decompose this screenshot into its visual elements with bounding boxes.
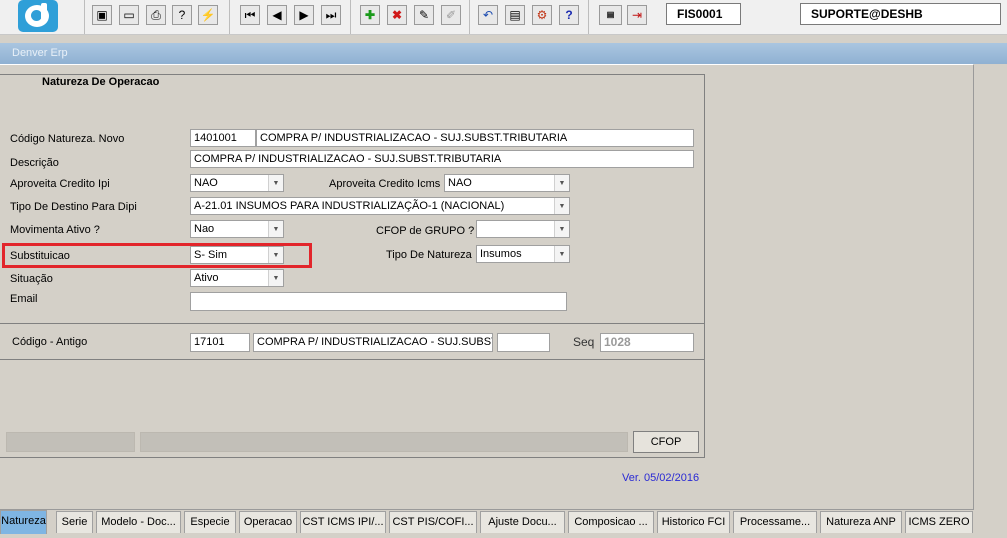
exit-icon[interactable]: ⇥ — [627, 5, 647, 25]
tab-ajuste-documento[interactable]: Ajuste Docu... — [480, 511, 565, 533]
seq-value: 1028 — [600, 333, 694, 352]
tab-composicao[interactable]: Composicao ... — [568, 511, 654, 533]
aproveita-ipi-label: Aproveita Credito Ipi — [10, 178, 110, 190]
last-record-icon[interactable]: ⏭ — [321, 5, 341, 25]
email-label: Email — [10, 293, 38, 305]
aproveita-icms-value: NAO — [448, 177, 472, 189]
tab-especie[interactable]: Especie — [184, 511, 236, 533]
codigo-natureza-desc[interactable]: COMPRA P/ INDUSTRIALIZACAO - SUJ.SUBST.T… — [256, 129, 694, 147]
tipo-destino-label: Tipo De Destino Para Dipi — [10, 201, 137, 213]
chevron-down-icon[interactable]: ▼ — [268, 270, 283, 286]
tipo-natureza-label: Tipo De Natureza — [386, 249, 472, 261]
tab-serie[interactable]: Serie — [56, 511, 93, 533]
toolbar-separator — [350, 0, 351, 34]
help-icon[interactable]: ? — [559, 5, 579, 25]
status-field — [6, 432, 135, 452]
movimenta-ativo-label: Movimenta Ativo ? — [10, 224, 100, 236]
toolbar-separator — [229, 0, 230, 34]
save-icon[interactable]: ▣ — [92, 5, 112, 25]
menu-icon[interactable]: ▤ — [599, 5, 622, 25]
tipo-destino-value: A-21.01 INSUMOS PARA INDUSTRIALIZAÇÃO-1 … — [194, 200, 505, 212]
app-logo — [18, 0, 58, 32]
previous-record-icon[interactable]: ◀ — [267, 5, 287, 25]
codigo-antigo-extra[interactable] — [497, 333, 550, 352]
tab-modelo-doc[interactable]: Modelo - Doc... — [96, 511, 181, 533]
tab-cst-icms-ipi[interactable]: CST ICMS IPI/... — [300, 511, 386, 533]
tab-natureza-anp[interactable]: Natureza ANP — [820, 511, 902, 533]
form-code: FIS0001 — [666, 3, 741, 25]
status-field — [140, 432, 628, 452]
highlight-box — [2, 243, 312, 268]
descricao-input[interactable]: COMPRA P/ INDUSTRIALIZACAO - SUJ.SUBST.T… — [190, 150, 694, 168]
tipo-natureza-value: Insumos — [480, 248, 522, 260]
codigo-antigo-desc[interactable]: COMPRA P/ INDUSTRIALIZACAO - SUJ.SUBST.T… — [253, 333, 493, 352]
aproveita-icms-label: Aproveita Credito Icms — [329, 178, 441, 190]
tab-historico-fci[interactable]: Historico FCI — [657, 511, 730, 533]
chevron-down-icon[interactable]: ▼ — [554, 198, 569, 214]
tools-icon[interactable]: ⚙ — [532, 5, 552, 25]
cfop-button[interactable]: CFOP — [633, 431, 699, 453]
codigo-antigo-label: Código - Antigo — [12, 336, 88, 348]
window-title: Denver Erp — [12, 47, 68, 59]
chevron-down-icon[interactable]: ▼ — [554, 246, 569, 262]
cfop-grupo-label: CFOP de GRUPO ? — [376, 225, 475, 237]
toolbar-separator — [84, 0, 85, 34]
section-title: Natureza De Operacao — [42, 76, 160, 88]
tab-cst-pis-cofins[interactable]: CST PIS/COFI... — [389, 511, 477, 533]
chevron-down-icon[interactable]: ▼ — [554, 175, 569, 191]
chevron-down-icon[interactable]: ▼ — [554, 221, 569, 237]
codigo-natureza-input[interactable]: 1401001 — [190, 129, 256, 147]
descricao-label: Descrição — [10, 157, 59, 169]
chevron-down-icon[interactable]: ▼ — [268, 221, 283, 237]
aproveita-ipi-value: NAO — [194, 177, 218, 189]
edit-record-icon[interactable]: ✎ — [414, 5, 434, 25]
tab-icms-zero[interactable]: ICMS ZERO — [905, 511, 973, 533]
movimenta-ativo-select[interactable]: Nao ▼ — [190, 220, 284, 238]
aproveita-ipi-select[interactable]: NAO ▼ — [190, 174, 284, 192]
window-icon[interactable]: ▭ — [119, 5, 139, 25]
next-record-icon[interactable]: ▶ — [294, 5, 314, 25]
undo-icon[interactable]: ↶ — [478, 5, 498, 25]
clear-icon[interactable]: ✐ — [441, 5, 461, 25]
tab-natureza[interactable]: Natureza — [0, 510, 47, 534]
cfop-grupo-select[interactable]: ▼ — [476, 220, 570, 238]
tipo-destino-select[interactable]: A-21.01 INSUMOS PARA INDUSTRIALIZAÇÃO-1 … — [190, 197, 570, 215]
insert-record-icon[interactable]: ✚ — [360, 5, 380, 25]
print-icon[interactable]: ⎙ — [146, 5, 166, 25]
clipboard-icon[interactable]: ▤ — [505, 5, 525, 25]
situacao-label: Situação — [10, 273, 53, 285]
toolbar-separator — [469, 0, 470, 34]
execute-query-icon[interactable]: ⚡ — [198, 5, 218, 25]
email-input[interactable] — [190, 292, 567, 311]
tab-processamento[interactable]: Processame... — [733, 511, 817, 533]
codigo-antigo-input[interactable]: 17101 — [190, 333, 250, 352]
seq-label: Seq — [573, 335, 595, 349]
toolbar: ▣ ▭ ⎙ ? ⚡ ⏮ ◀ ▶ ⏭ ✚ ✖ ✎ ✐ ↶ ▤ ⚙ ? ▤ ⇥ FI… — [0, 0, 1007, 35]
situacao-value: Ativo — [194, 272, 219, 284]
toolbar-separator — [588, 0, 589, 34]
chevron-down-icon[interactable]: ▼ — [268, 175, 283, 191]
movimenta-ativo-value: Nao — [194, 223, 215, 235]
tab-operacao[interactable]: Operacao — [239, 511, 297, 533]
query-icon[interactable]: ? — [172, 5, 192, 25]
version-label: Ver. 05/02/2016 — [622, 472, 700, 484]
tipo-natureza-select[interactable]: Insumos ▼ — [476, 245, 570, 263]
user-display: SUPORTE@DESHB — [800, 3, 1001, 25]
situacao-select[interactable]: Ativo ▼ — [190, 269, 284, 287]
aproveita-icms-select[interactable]: NAO ▼ — [444, 174, 570, 192]
first-record-icon[interactable]: ⏮ — [240, 5, 260, 25]
codigo-natureza-label: Código Natureza. Novo — [10, 133, 125, 145]
window-title-bar: Denver Erp — [0, 43, 1007, 64]
delete-record-icon[interactable]: ✖ — [387, 5, 407, 25]
tab-bar: Natureza Serie Modelo - Doc... Especie O… — [0, 510, 1007, 538]
